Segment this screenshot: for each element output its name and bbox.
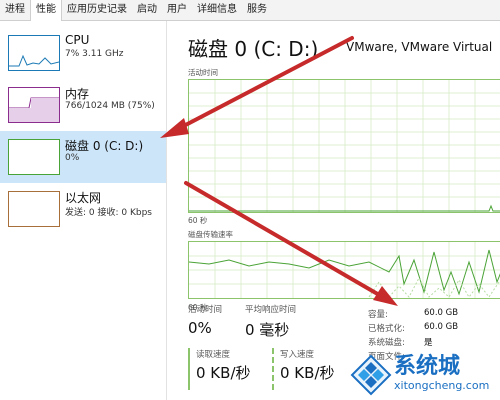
write-speed-value: 0 KB/秒 bbox=[280, 364, 335, 382]
active-time-value: 0% bbox=[188, 319, 212, 337]
tab-services[interactable]: 服务 bbox=[242, 0, 272, 20]
graph-label-transfer-rate: 磁盘传输速率 bbox=[188, 230, 233, 239]
performance-sidebar: CPU 7% 3.11 GHz 内存 766/1024 MB (75%) 磁盘 … bbox=[0, 21, 167, 400]
formatted-label: 已格式化: bbox=[368, 324, 405, 334]
disk-model: VMware, VMware Virtual bbox=[346, 40, 493, 54]
read-speed-value: 0 KB/秒 bbox=[196, 364, 251, 382]
sidebar-item-memory[interactable]: 内存 766/1024 MB (75%) bbox=[0, 79, 166, 131]
system-disk-label: 系统磁盘: bbox=[368, 338, 405, 348]
sidebar-item-disk[interactable]: 磁盘 0 (C: D:) 0% bbox=[0, 131, 166, 183]
tab-startup[interactable]: 启动 bbox=[132, 0, 162, 20]
tab-users[interactable]: 用户 bbox=[162, 0, 192, 20]
sidebar-item-cpu[interactable]: CPU 7% 3.11 GHz bbox=[0, 27, 166, 79]
capacity-value: 60.0 GB bbox=[424, 308, 459, 318]
sidebar-item-sub: 发送: 0 接收: 0 Kbps bbox=[65, 208, 152, 218]
sidebar-item-label: 内存 bbox=[65, 87, 90, 101]
read-speed-label: 读取速度 bbox=[196, 350, 231, 360]
active-time-graph bbox=[188, 79, 500, 213]
sidebar-item-sub: 7% 3.11 GHz bbox=[65, 49, 124, 59]
windows-logo-icon bbox=[350, 354, 392, 396]
graph-axis-label: 60 秒 bbox=[188, 216, 208, 225]
tab-strip: 进程 性能 应用历史记录 启动 用户 详细信息 服务 bbox=[0, 0, 500, 21]
sidebar-item-label: 磁盘 0 (C: D:) bbox=[65, 139, 144, 153]
memory-thumbnail-graph bbox=[8, 87, 60, 123]
watermark-text: 系统城 bbox=[394, 354, 461, 379]
disk-detail-panel: 磁盘 0 (C: D:) VMware, VMware Virtual 活动时间… bbox=[176, 21, 500, 400]
watermark-url: xitongcheng.com bbox=[394, 379, 490, 392]
tab-performance[interactable]: 性能 bbox=[30, 0, 62, 21]
capacity-label: 容量: bbox=[368, 310, 388, 320]
sidebar-item-sub: 0% bbox=[65, 153, 80, 163]
sidebar-item-label: CPU bbox=[65, 33, 90, 47]
cpu-thumbnail-graph bbox=[8, 35, 60, 71]
ethernet-thumbnail-graph bbox=[8, 191, 60, 227]
avg-response-label: 平均响应时间 bbox=[245, 305, 297, 315]
sidebar-item-sub: 766/1024 MB (75%) bbox=[65, 101, 155, 111]
tab-details[interactable]: 详细信息 bbox=[192, 0, 242, 20]
graph-label-active-time: 活动时间 bbox=[188, 68, 218, 77]
sidebar-item-label: 以太网 bbox=[65, 191, 102, 205]
avg-response-value: 0 毫秒 bbox=[245, 321, 290, 339]
write-speed-indicator bbox=[272, 348, 274, 390]
page-title: 磁盘 0 (C: D:) bbox=[188, 37, 319, 61]
transfer-rate-graph bbox=[188, 241, 500, 299]
tab-processes[interactable]: 进程 bbox=[0, 0, 30, 20]
read-speed-indicator bbox=[188, 348, 190, 390]
active-time-label: 活动时间 bbox=[188, 305, 223, 315]
sidebar-item-ethernet[interactable]: 以太网 发送: 0 接收: 0 Kbps bbox=[0, 183, 166, 235]
watermark-logo: 系统城 xitongcheng.com bbox=[350, 350, 500, 400]
tab-app-history[interactable]: 应用历史记录 bbox=[62, 0, 132, 20]
system-disk-value: 是 bbox=[424, 338, 433, 348]
disk-thumbnail-graph bbox=[8, 139, 60, 175]
formatted-value: 60.0 GB bbox=[424, 322, 459, 332]
write-speed-label: 写入速度 bbox=[280, 350, 315, 360]
